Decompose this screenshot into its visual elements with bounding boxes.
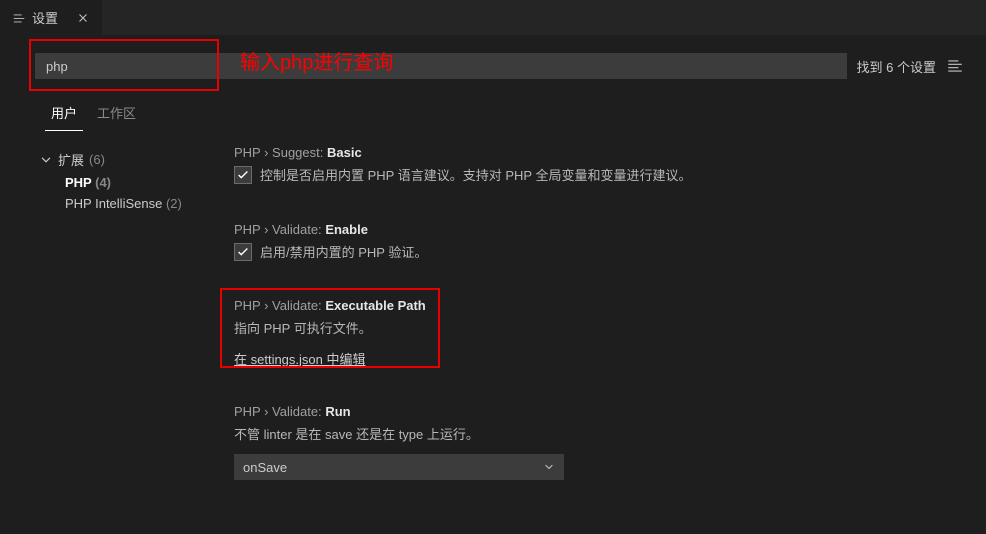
setting-description: 指向 PHP 可执行文件。 xyxy=(234,319,964,339)
chevron-down-icon xyxy=(543,461,555,473)
settings-body: 扩展 (6) PHP (4) PHP IntelliSense (2) PHP … xyxy=(35,145,964,516)
more-actions-icon[interactable] xyxy=(946,57,964,75)
scope-tabs: 用户 工作区 xyxy=(35,97,964,131)
select-validate-run[interactable]: onSave xyxy=(234,454,564,480)
search-row: 输入php进行查询 找到 6 个设置 xyxy=(35,53,964,79)
tab-label: 设置 xyxy=(32,8,58,27)
checkbox[interactable] xyxy=(234,166,252,184)
select-value: onSave xyxy=(243,460,287,475)
setting-description: 启用/禁用内置的 PHP 验证。 xyxy=(260,243,427,263)
setting-title: PHP › Validate: Executable Path xyxy=(234,298,964,313)
toc-item-count: (4) xyxy=(95,175,111,190)
setting-title: PHP › Validate: Run xyxy=(234,404,964,419)
tab-bar: 设置 xyxy=(0,0,986,35)
setting-php-validate-enable: PHP › Validate: Enable 启用/禁用内置的 PHP 验证。 xyxy=(230,222,964,263)
settings-list: PHP › Suggest: Basic 控制是否启用内置 PHP 语言建议。支… xyxy=(230,145,964,516)
toc-item-label: PHP xyxy=(65,175,92,190)
setting-php-validate-executable-path: PHP › Validate: Executable Path 指向 PHP 可… xyxy=(230,298,964,368)
toc-item-label: PHP IntelliSense xyxy=(65,196,162,211)
close-icon[interactable] xyxy=(76,11,90,25)
toc-extensions[interactable]: 扩展 (6) xyxy=(35,147,210,172)
edit-in-settings-json-link[interactable]: 在 settings.json 中编辑 xyxy=(234,352,366,367)
settings-content: 输入php进行查询 找到 6 个设置 用户 工作区 扩展 (6) PHP (4) xyxy=(0,35,986,534)
toc-item-count: (2) xyxy=(166,196,182,211)
setting-description: 控制是否启用内置 PHP 语言建议。支持对 PHP 全局变量和变量进行建议。 xyxy=(260,166,691,186)
toc-item-php[interactable]: PHP (4) xyxy=(35,172,210,193)
setting-description: 不管 linter 是在 save 还是在 type 上运行。 xyxy=(234,425,964,445)
setting-title: PHP › Suggest: Basic xyxy=(234,145,964,160)
search-input-wrap: 输入php进行查询 xyxy=(35,53,847,79)
tab-user[interactable]: 用户 xyxy=(45,97,83,131)
toc-item-php-intellisense[interactable]: PHP IntelliSense (2) xyxy=(35,193,210,214)
chevron-down-icon xyxy=(39,153,53,167)
toc-extensions-label: 扩展 xyxy=(58,150,84,169)
settings-toc: 扩展 (6) PHP (4) PHP IntelliSense (2) xyxy=(35,145,210,516)
setting-php-validate-run: PHP › Validate: Run 不管 linter 是在 save 还是… xyxy=(230,404,964,481)
result-count: 找到 6 个设置 xyxy=(857,57,936,76)
search-input[interactable] xyxy=(35,53,847,79)
tab-workspace[interactable]: 工作区 xyxy=(91,97,142,131)
setting-title: PHP › Validate: Enable xyxy=(234,222,964,237)
settings-icon xyxy=(12,11,26,25)
toc-extensions-count: (6) xyxy=(89,152,105,167)
tab-settings[interactable]: 设置 xyxy=(0,0,102,35)
checkbox[interactable] xyxy=(234,243,252,261)
setting-php-suggest-basic: PHP › Suggest: Basic 控制是否启用内置 PHP 语言建议。支… xyxy=(230,145,964,186)
